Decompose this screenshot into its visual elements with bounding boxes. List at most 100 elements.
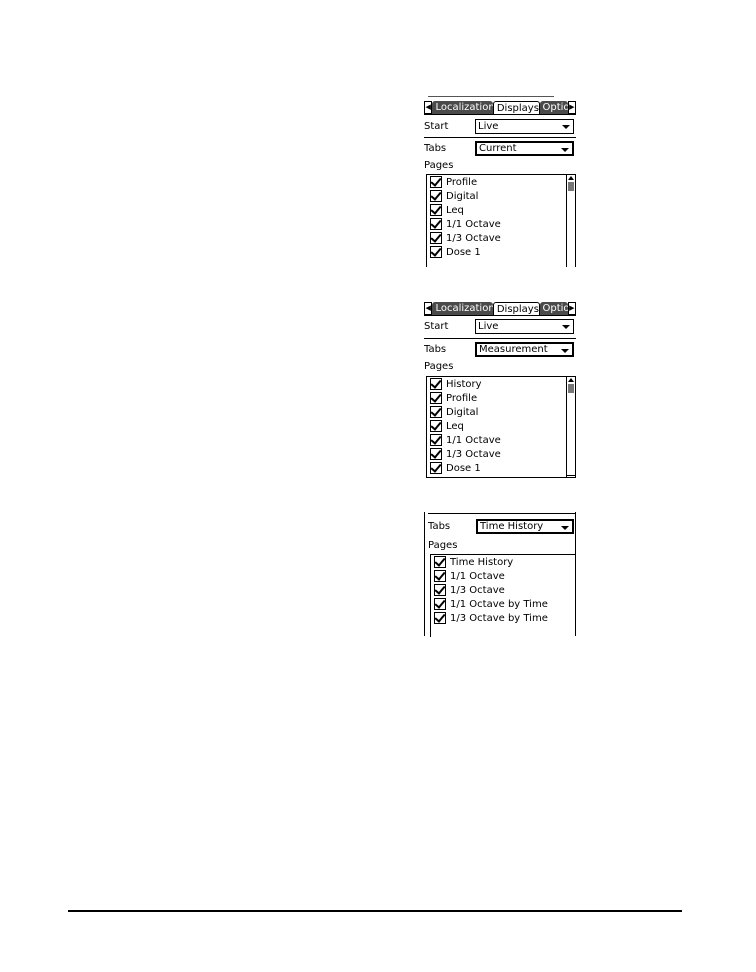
checkbox-checked[interactable]: [430, 434, 442, 446]
checkbox-checked[interactable]: [430, 448, 442, 460]
tabs-dropdown[interactable]: Measurement: [475, 342, 574, 357]
checkbox-checked[interactable]: [430, 406, 442, 418]
start-dropdown[interactable]: Live: [475, 319, 574, 334]
start-value: Live: [478, 321, 499, 332]
displays-panel-time-history: Tabs Time History Pages Time History 1/1…: [424, 512, 576, 637]
tabs-dropdown[interactable]: Time History: [476, 519, 574, 534]
tab-displays[interactable]: Displays: [492, 101, 540, 114]
list-item[interactable]: Digital: [427, 405, 575, 419]
item-label: 1/3 Octave: [450, 584, 505, 596]
checkbox-checked[interactable]: [430, 176, 442, 188]
list-item[interactable]: 1/1 Octave by Time: [431, 597, 576, 611]
tabs-row: Tabs Measurement: [424, 341, 576, 359]
tab-displays[interactable]: Displays: [492, 302, 540, 315]
list-item[interactable]: Leq: [427, 419, 575, 433]
item-label: 1/1 Octave by Time: [450, 598, 548, 610]
divider: [424, 114, 576, 115]
item-label: Time History: [450, 556, 514, 568]
list-item[interactable]: 1/1 Octave: [431, 569, 576, 583]
list-item[interactable]: 1/1 Octave: [427, 217, 575, 231]
tabs-dropdown[interactable]: Current: [475, 141, 574, 156]
tab-bar: ◀ Localization Displays Optio ▶: [424, 302, 576, 315]
checkbox-checked[interactable]: [430, 392, 442, 404]
scrollbar[interactable]: [566, 175, 575, 267]
item-label: Dose 1: [446, 246, 481, 258]
list-item[interactable]: Digital: [427, 189, 575, 203]
list-item[interactable]: 1/3 Octave by Time: [431, 611, 576, 625]
item-label: Leq: [446, 204, 464, 216]
scroll-thumb[interactable]: [568, 182, 574, 191]
checkbox-checked[interactable]: [430, 190, 442, 202]
start-label: Start: [424, 121, 449, 132]
checkbox-checked[interactable]: [430, 420, 442, 432]
list-item[interactable]: Profile: [427, 175, 575, 189]
tab-localization[interactable]: Localization: [432, 302, 493, 315]
displays-panel-measurement: ◀ Localization Displays Optio ▶ Start Li…: [424, 302, 576, 478]
list-item[interactable]: Dose 1: [427, 245, 575, 259]
item-label: Digital: [446, 190, 479, 202]
tabs-row: Tabs Current: [424, 140, 576, 158]
list-item[interactable]: 1/3 Octave: [431, 583, 576, 597]
checkbox-checked[interactable]: [434, 598, 446, 610]
tabs-row: Tabs Time History: [428, 518, 576, 536]
chevron-down-icon: [561, 148, 569, 152]
panel-left-edge: [424, 512, 425, 636]
checkbox-checked[interactable]: [434, 612, 446, 624]
list-item[interactable]: Dose 1: [427, 461, 575, 475]
item-label: 1/1 Octave: [446, 218, 501, 230]
chevron-down-icon: [561, 349, 569, 353]
start-row: Start Live: [424, 118, 576, 136]
tabs-value: Current: [479, 143, 517, 154]
tab-bar: ◀ Localization Displays Optio ▶: [424, 101, 576, 114]
start-label: Start: [424, 321, 449, 332]
list-item[interactable]: Profile: [427, 391, 575, 405]
scroll-up-icon[interactable]: [568, 378, 574, 382]
tabs-value: Measurement: [479, 344, 548, 355]
tab-scroll-right-icon[interactable]: ▶: [567, 302, 576, 315]
list-item[interactable]: 1/3 Octave: [427, 231, 575, 245]
divider: [428, 513, 576, 514]
checkbox-checked[interactable]: [434, 570, 446, 582]
item-label: Leq: [446, 420, 464, 432]
panel-right-edge: [575, 512, 576, 636]
item-label: 1/3 Octave: [446, 448, 501, 460]
tab-localization[interactable]: Localization: [432, 101, 493, 114]
start-value: Live: [478, 121, 499, 132]
tab-options[interactable]: Optio: [539, 302, 568, 315]
list-item[interactable]: Time History: [431, 555, 576, 569]
pages-list: History Profile Digital Leq 1/1 Octave 1…: [426, 376, 576, 478]
checkbox-checked[interactable]: [430, 462, 442, 474]
tab-scroll-right-icon[interactable]: ▶: [567, 101, 576, 114]
checkbox-checked[interactable]: [430, 232, 442, 244]
chevron-down-icon: [562, 125, 570, 129]
displays-panel-current: ◀ Localization Displays Optio ▶ Start Li…: [424, 94, 576, 267]
pages-list: Profile Digital Leq 1/1 Octave 1/3 Octav…: [426, 174, 576, 267]
tab-scroll-left-icon[interactable]: ◀: [424, 302, 433, 315]
checkbox-checked[interactable]: [434, 584, 446, 596]
list-item[interactable]: Leq: [427, 203, 575, 217]
chevron-down-icon: [561, 526, 569, 530]
list-item[interactable]: 1/3 Octave: [427, 447, 575, 461]
list-item[interactable]: 1/1 Octave: [427, 433, 575, 447]
tab-options[interactable]: Optio: [539, 101, 568, 114]
checkbox-checked[interactable]: [434, 556, 446, 568]
scroll-up-icon[interactable]: [568, 176, 574, 180]
divider: [424, 338, 576, 339]
checkbox-checked[interactable]: [430, 246, 442, 258]
checkbox-checked[interactable]: [430, 218, 442, 230]
checkbox-checked[interactable]: [430, 204, 442, 216]
scroll-thumb[interactable]: [568, 384, 574, 393]
divider: [424, 315, 576, 316]
start-row: Start Live: [424, 318, 576, 336]
tab-scroll-left-icon[interactable]: ◀: [424, 101, 433, 114]
pages-label: Pages: [424, 160, 454, 171]
list-item[interactable]: History: [427, 377, 575, 391]
item-label: Profile: [446, 176, 478, 188]
pages-label: Pages: [428, 540, 458, 551]
divider: [424, 137, 576, 138]
start-dropdown[interactable]: Live: [475, 119, 574, 134]
scrollbar[interactable]: [566, 377, 575, 477]
scroll-bottom-edge: [567, 475, 575, 476]
checkbox-checked[interactable]: [430, 378, 442, 390]
item-label: 1/1 Octave: [450, 570, 505, 582]
